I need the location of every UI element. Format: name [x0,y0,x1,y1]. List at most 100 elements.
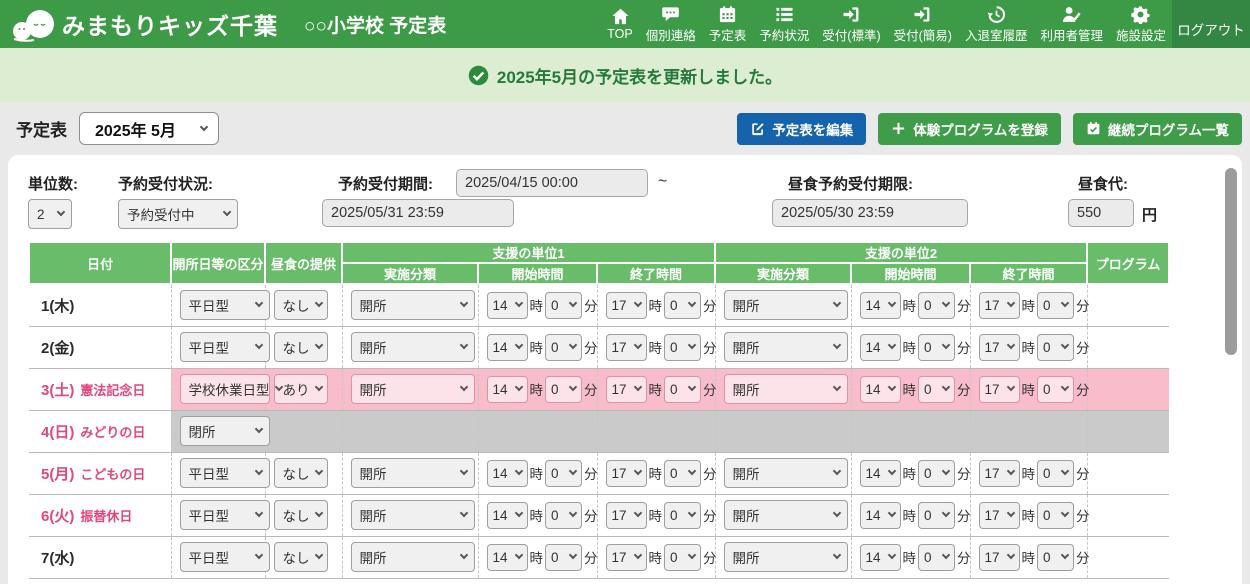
category-select[interactable]: 開所 [724,542,848,572]
lunch-select[interactable]: なし [274,332,328,362]
nav-item-reservation-status[interactable]: 予約状況 [759,5,809,44]
start-hour-select[interactable]: 14 [487,376,528,403]
start-minute-select[interactable]: 0 [545,544,582,571]
start-hour-select[interactable]: 14 [860,292,901,319]
edit-schedule-button[interactable]: 予定表を編集 [737,113,866,145]
nav-item-checkin-simple[interactable]: 受付(簡易) [894,5,952,44]
start-hour-select[interactable]: 14 [860,544,901,571]
end-hour-select[interactable]: 17 [606,460,647,487]
end-minute-select[interactable]: 0 [664,502,701,529]
lunch-price-input[interactable] [1068,199,1134,227]
lunch-select[interactable]: あり [274,374,328,404]
start-minute-select[interactable]: 0 [545,334,582,361]
start-minute-select[interactable]: 0 [545,460,582,487]
category-select[interactable]: 開所 [351,458,475,488]
end-minute-select[interactable]: 0 [1037,334,1074,361]
nav-item-checkin-standard[interactable]: 受付(標準) [822,5,880,44]
nav-item-top[interactable]: TOP [607,7,632,41]
category-select[interactable]: 開所 [724,332,848,362]
category-select[interactable]: 開所 [724,458,848,488]
lunch-select[interactable]: なし [274,500,328,530]
start-hour-select[interactable]: 14 [860,502,901,529]
end-hour-select[interactable]: 17 [979,460,1020,487]
start-hour-select[interactable]: 14 [860,376,901,403]
start-hour-select[interactable]: 14 [487,334,528,361]
end-hour-select[interactable]: 17 [979,292,1020,319]
category-select[interactable]: 開所 [351,542,475,572]
end-hour-select[interactable]: 17 [979,376,1020,403]
day-type-select[interactable]: 平日型 [180,458,270,488]
start-hour-select[interactable]: 14 [860,334,901,361]
end-minute-select[interactable]: 0 [1037,292,1074,319]
start-minute-select[interactable]: 0 [918,334,955,361]
lunch-select[interactable]: なし [274,458,328,488]
day-type-select[interactable]: 平日型 [180,500,270,530]
lunch-select[interactable]: なし [274,290,328,320]
nav-item-facility-settings[interactable]: 施設設定 [1116,5,1166,44]
day-type-select[interactable]: 平日型 [180,290,270,320]
start-hour-select[interactable]: 14 [860,460,901,487]
logout-button[interactable]: ログアウト [1172,0,1250,48]
end-minute-select[interactable]: 0 [1037,544,1074,571]
unit2-start-cell: 14時0分 [851,368,970,410]
period-end-input[interactable] [322,199,514,227]
end-hour-select[interactable]: 17 [606,334,647,361]
end-hour-select[interactable]: 17 [606,502,647,529]
day-type-select[interactable]: 学校休業日型 [180,374,270,404]
start-minute-select[interactable]: 0 [545,376,582,403]
period-start-input[interactable] [456,169,648,197]
end-hour-select[interactable]: 17 [606,292,647,319]
start-hour-select[interactable]: 14 [487,292,528,319]
end-hour-select[interactable]: 17 [606,544,647,571]
end-minute-select[interactable]: 0 [664,376,701,403]
end-minute-select[interactable]: 0 [1037,502,1074,529]
nav-item-entry-exit-history[interactable]: 入退室履歴 [965,5,1028,44]
register-trial-program-button[interactable]: 体験プログラムを登録 [878,113,1061,145]
start-minute-select[interactable]: 0 [918,460,955,487]
end-minute-select[interactable]: 0 [664,334,701,361]
nav-item-user-management[interactable]: 利用者管理 [1040,5,1103,44]
hour-suffix: 時 [1022,379,1036,399]
start-hour-select[interactable]: 14 [487,502,528,529]
end-hour-select[interactable]: 17 [606,376,647,403]
units-select[interactable]: 2 [28,199,72,229]
day-type-select[interactable]: 平日型 [180,332,270,362]
end-hour-select-value: 17 [612,298,627,313]
day-type-select[interactable]: 平日型 [180,542,270,572]
end-hour-select[interactable]: 17 [979,544,1020,571]
vertical-scrollbar[interactable] [1225,168,1237,355]
end-minute-select[interactable]: 0 [664,292,701,319]
nav-item-individual-contact[interactable]: 個別連絡 [646,5,696,44]
start-minute-select[interactable]: 0 [918,502,955,529]
date-label: 2(金) [41,340,74,357]
nav-item-schedule[interactable]: 予定表 [709,5,747,44]
continuous-program-list-button[interactable]: 継続プログラム一覧 [1073,113,1242,145]
end-hour-select[interactable]: 17 [979,334,1020,361]
end-time-group: 17時0分 [606,376,719,403]
category-select[interactable]: 開所 [351,332,475,362]
month-select[interactable]: 2025年 5月 [79,112,219,145]
start-minute-select[interactable]: 0 [545,502,582,529]
category-select[interactable]: 開所 [724,500,848,530]
reservation-status-select[interactable]: 予約受付中 [118,199,238,229]
lunch-deadline-input[interactable] [772,199,968,227]
end-hour-select[interactable]: 17 [979,502,1020,529]
end-minute-select[interactable]: 0 [664,460,701,487]
category-select[interactable]: 開所 [351,374,475,404]
chevron-down-icon [942,341,950,349]
end-minute-select[interactable]: 0 [1037,376,1074,403]
start-minute-select[interactable]: 0 [918,292,955,319]
start-hour-select[interactable]: 14 [487,544,528,571]
start-hour-select[interactable]: 14 [487,460,528,487]
lunch-select[interactable]: なし [274,542,328,572]
day-type-select[interactable]: 閉所 [180,416,270,446]
end-minute-select[interactable]: 0 [664,544,701,571]
start-minute-select[interactable]: 0 [545,292,582,319]
category-select[interactable]: 開所 [351,500,475,530]
category-select[interactable]: 開所 [724,290,848,320]
start-minute-select[interactable]: 0 [918,544,955,571]
category-select[interactable]: 開所 [351,290,475,320]
start-minute-select[interactable]: 0 [918,376,955,403]
category-select[interactable]: 開所 [724,374,848,404]
end-minute-select[interactable]: 0 [1037,460,1074,487]
